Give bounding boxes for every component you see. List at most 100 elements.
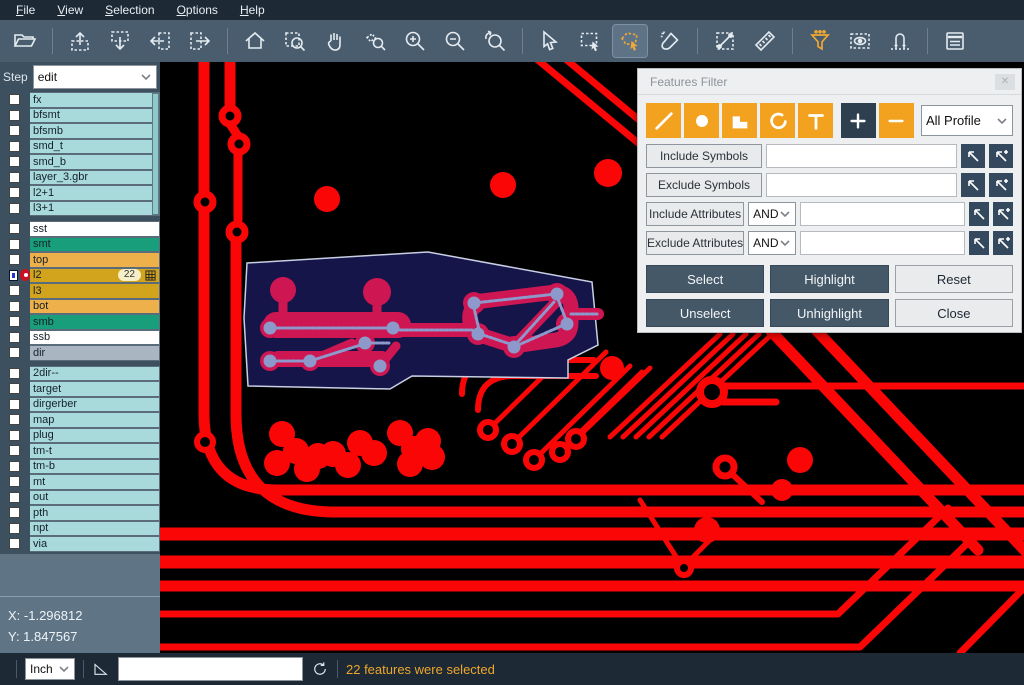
command-input[interactable] — [118, 657, 303, 681]
profile-select[interactable]: All Profile — [921, 105, 1013, 136]
zoom-out-icon[interactable] — [438, 25, 472, 57]
layer-name-l2+1[interactable]: l2+1 — [30, 185, 160, 201]
layer-checkbox[interactable] — [9, 538, 20, 549]
layer-checkbox[interactable] — [9, 187, 20, 198]
menu-item-options[interactable]: Options — [167, 2, 228, 18]
pick-add-from-canvas-icon[interactable] — [993, 202, 1013, 226]
exclude-attributes-operator-select[interactable]: AND — [748, 231, 795, 255]
layer-checkbox[interactable] — [9, 125, 20, 136]
features-filter-icon[interactable] — [803, 25, 837, 57]
add-mode-button[interactable] — [841, 103, 876, 138]
layer-checkbox[interactable] — [9, 383, 20, 394]
pan-up-icon[interactable] — [63, 25, 97, 57]
pick-add-from-canvas-icon[interactable] — [989, 144, 1013, 168]
close-icon[interactable]: ✕ — [995, 74, 1015, 90]
text-feature-icon[interactable] — [798, 103, 833, 138]
include-symbols-input[interactable] — [766, 144, 957, 168]
refresh-icon[interactable] — [311, 660, 329, 678]
layer-checkbox[interactable] — [9, 141, 20, 152]
layer-name-map[interactable]: map — [30, 412, 160, 428]
layer-name-out[interactable]: out — [30, 490, 160, 506]
pick-from-canvas-icon[interactable] — [969, 231, 989, 255]
layer-checkbox[interactable] — [9, 332, 20, 343]
layer-name-bfsmb[interactable]: bfsmb — [30, 123, 160, 139]
unhighlight-button[interactable]: Unhighlight — [770, 299, 888, 327]
layer-checkbox[interactable] — [9, 507, 20, 518]
select-cursor-icon[interactable] — [533, 25, 567, 57]
layer-name-mt[interactable]: mt — [30, 474, 160, 490]
step-select[interactable]: edit — [33, 65, 157, 89]
pan-left-icon[interactable] — [143, 25, 177, 57]
layer-checkbox[interactable] — [9, 94, 20, 105]
layer-checkbox[interactable] — [9, 461, 20, 472]
layer-checkbox[interactable] — [9, 239, 20, 250]
menu-item-view[interactable]: View — [47, 2, 93, 18]
layer-name-pth[interactable]: pth — [30, 505, 160, 521]
pan-hand-icon[interactable] — [318, 25, 352, 57]
remove-mode-button[interactable] — [879, 103, 914, 138]
unselect-button[interactable]: Unselect — [646, 299, 764, 327]
layer-name-smd_b[interactable]: smd_b — [30, 154, 160, 170]
layer-checkbox[interactable] — [9, 399, 20, 410]
clear-selection-icon[interactable] — [653, 25, 687, 57]
layer-name-bfsmt[interactable]: bfsmt — [30, 108, 160, 124]
exclude-attributes-button[interactable]: Exclude Attributes — [646, 231, 744, 255]
layer-name-layer_3.gbr[interactable]: layer_3.gbr — [30, 170, 160, 186]
layer-name-dir[interactable]: dir — [30, 345, 160, 361]
layer-name-ssb[interactable]: ssb — [30, 330, 160, 346]
layer-name-l2[interactable]: l222 — [30, 268, 160, 284]
layer-name-bot[interactable]: bot — [30, 299, 160, 315]
layer-checkbox[interactable] — [9, 223, 20, 234]
angle-measure-icon[interactable] — [92, 660, 110, 678]
menu-item-help[interactable]: Help — [230, 2, 275, 18]
zoom-previous-icon[interactable] — [478, 25, 512, 57]
layer-grid-icon[interactable] — [145, 270, 156, 281]
select-button[interactable]: Select — [646, 265, 764, 293]
layer-checkbox[interactable] — [9, 347, 20, 358]
zoom-object-icon[interactable] — [358, 25, 392, 57]
pan-down-icon[interactable] — [103, 25, 137, 57]
active-layer-indicator[interactable] — [20, 269, 30, 281]
layer-checkbox[interactable] — [9, 110, 20, 121]
layer-checkbox[interactable] — [9, 523, 20, 534]
exclude-symbols-input[interactable] — [766, 173, 957, 197]
layer-name-npt[interactable]: npt — [30, 521, 160, 537]
layer-checkbox[interactable] — [9, 203, 20, 214]
zoom-in-icon[interactable] — [398, 25, 432, 57]
measure-line-icon[interactable] — [708, 25, 742, 57]
exclude-symbols-button[interactable]: Exclude Symbols — [646, 173, 762, 197]
layer-checkbox[interactable] — [9, 316, 20, 327]
dialog-title-bar[interactable]: Features Filter ✕ — [638, 69, 1021, 95]
layer-name-fx[interactable]: fx — [30, 92, 160, 108]
pick-from-canvas-icon[interactable] — [961, 173, 985, 197]
exclude-attributes-input[interactable] — [800, 231, 965, 255]
layer-name-sst[interactable]: sst — [30, 221, 160, 237]
layer-checkbox[interactable] — [9, 270, 18, 281]
layer-checkbox[interactable] — [9, 368, 20, 379]
layer-checkbox[interactable] — [9, 445, 20, 456]
pick-from-canvas-icon[interactable] — [969, 202, 989, 226]
layer-checkbox[interactable] — [9, 156, 20, 167]
line-feature-icon[interactable] — [646, 103, 681, 138]
layer-name-via[interactable]: via — [30, 536, 160, 552]
layer-name-tm-t[interactable]: tm-t — [30, 443, 160, 459]
include-attributes-button[interactable]: Include Attributes — [646, 202, 744, 226]
close-button[interactable]: Close — [895, 299, 1013, 327]
select-rectangle-icon[interactable] — [573, 25, 607, 57]
layer-name-2dir--[interactable]: 2dir-- — [30, 366, 160, 382]
layer-name-l3+1[interactable]: l3+1 — [30, 201, 160, 217]
reset-button[interactable]: Reset — [895, 265, 1013, 293]
layer-name-dirgerber[interactable]: dirgerber — [30, 397, 160, 413]
layer-name-l3[interactable]: l3 — [30, 283, 160, 299]
layer-name-smt[interactable]: smt — [30, 237, 160, 253]
layer-checkbox[interactable] — [9, 476, 20, 487]
layer-checkbox[interactable] — [9, 301, 20, 312]
pick-add-from-canvas-icon[interactable] — [989, 173, 1013, 197]
layer-checkbox[interactable] — [9, 172, 20, 183]
layer-checkbox[interactable] — [9, 285, 20, 296]
menu-item-file[interactable]: File — [6, 2, 45, 18]
menu-item-selection[interactable]: Selection — [95, 2, 164, 18]
layer-checkbox[interactable] — [9, 414, 20, 425]
zoom-window-icon[interactable] — [278, 25, 312, 57]
layer-list-scrollbar[interactable] — [152, 93, 159, 215]
